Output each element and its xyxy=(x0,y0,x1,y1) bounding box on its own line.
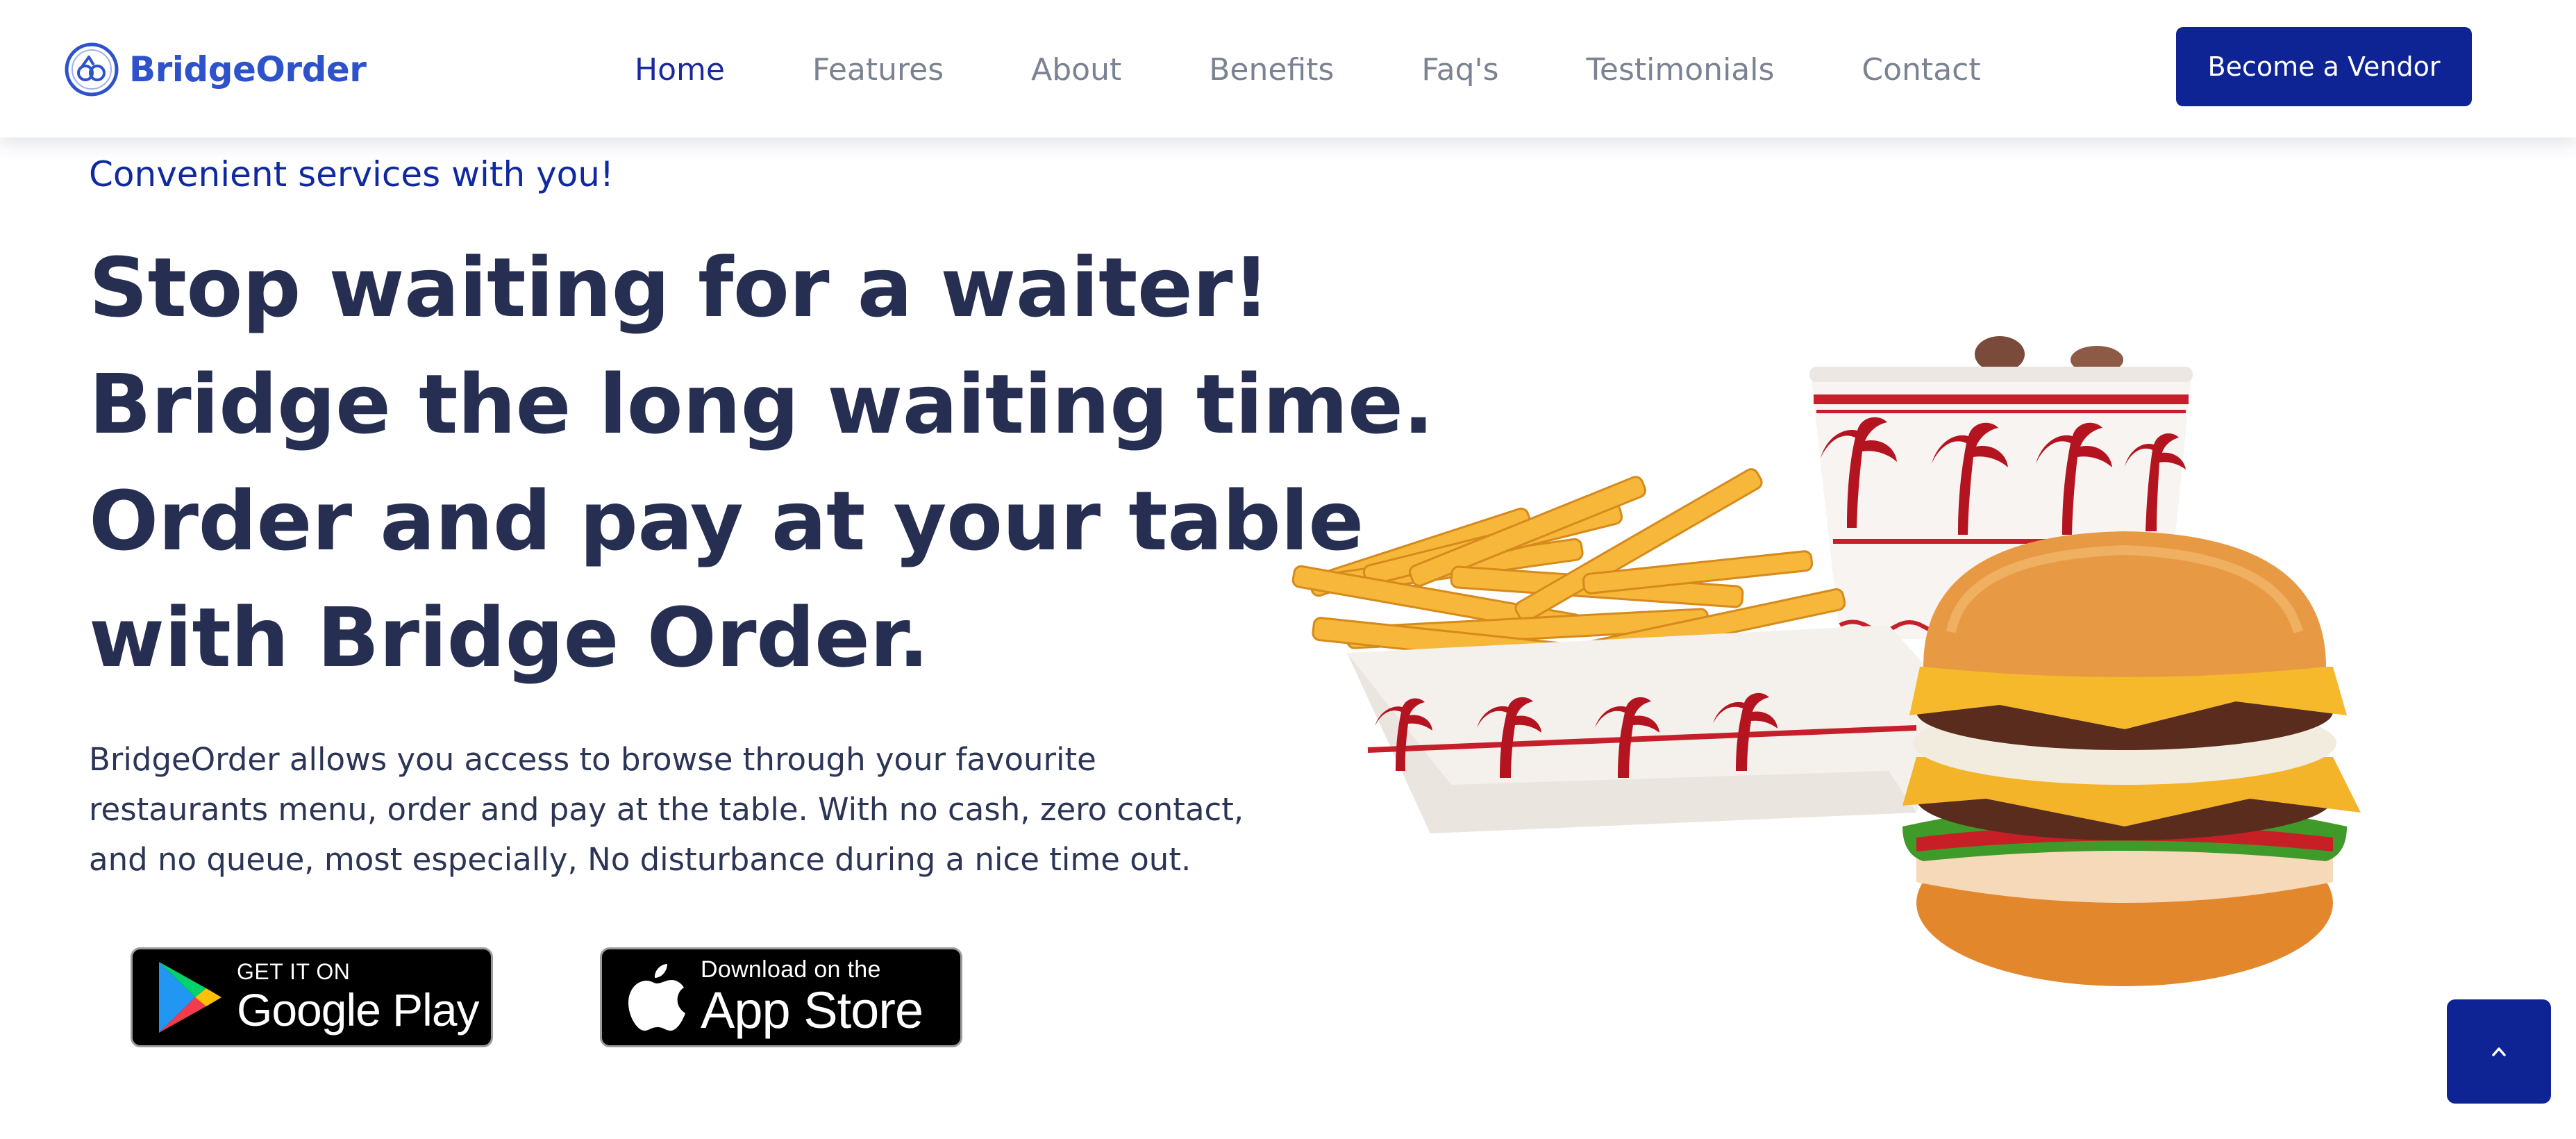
app-store-text: Download on the App Store xyxy=(701,956,923,1038)
headline-line: Bridge the long waiting time. xyxy=(89,356,1434,452)
bridgeorder-logo-icon xyxy=(65,42,119,97)
nav-testimonials[interactable]: Testimonials xyxy=(1587,52,1775,88)
nav-features[interactable]: Features xyxy=(812,52,944,88)
google-play-text: GET IT ON Google Play xyxy=(237,959,480,1036)
main-nav: Home Features About Benefits Faq's Testi… xyxy=(635,49,1981,90)
nav-benefits[interactable]: Benefits xyxy=(1209,52,1334,88)
headline-line: Order and pay at your table xyxy=(89,473,1364,569)
apple-icon xyxy=(628,964,685,1031)
brand-name: BridgeOrder xyxy=(129,49,367,90)
google-play-badge[interactable]: GET IT ON Google Play xyxy=(131,947,493,1047)
hero-description: BridgeOrder allows you access to browse … xyxy=(89,741,1244,878)
nav-home[interactable]: Home xyxy=(635,52,725,88)
hero-headline: Stop waiting for a waiter! Bridge the lo… xyxy=(89,229,1434,696)
nav-faqs[interactable]: Faq's xyxy=(1421,52,1498,88)
app-store-badge[interactable]: Download on the App Store xyxy=(600,947,962,1047)
nav-about[interactable]: About xyxy=(1031,52,1121,88)
become-vendor-button[interactable]: Become a Vendor xyxy=(2176,27,2472,106)
headline-line: Stop waiting for a waiter! xyxy=(89,240,1270,335)
app-store-big-label: App Store xyxy=(701,981,923,1039)
scroll-to-top-button[interactable] xyxy=(2447,999,2551,1104)
site-header: BridgeOrder Home Features About Benefits… xyxy=(0,0,2576,138)
brand-logo[interactable]: BridgeOrder xyxy=(64,40,367,99)
headline-line: with Bridge Order. xyxy=(89,590,929,685)
chevron-up-icon xyxy=(2492,1047,2506,1056)
google-play-icon xyxy=(159,962,221,1033)
hero-tagline: Convenient services with you! xyxy=(89,154,614,194)
burger-fries-drink-illustration xyxy=(1291,336,2361,986)
google-play-big-label: Google Play xyxy=(237,984,480,1036)
google-play-small-label: GET IT ON xyxy=(237,959,351,984)
nav-contact[interactable]: Contact xyxy=(1862,52,1980,88)
app-store-small-label: Download on the xyxy=(701,956,881,983)
burger xyxy=(1902,531,2361,986)
